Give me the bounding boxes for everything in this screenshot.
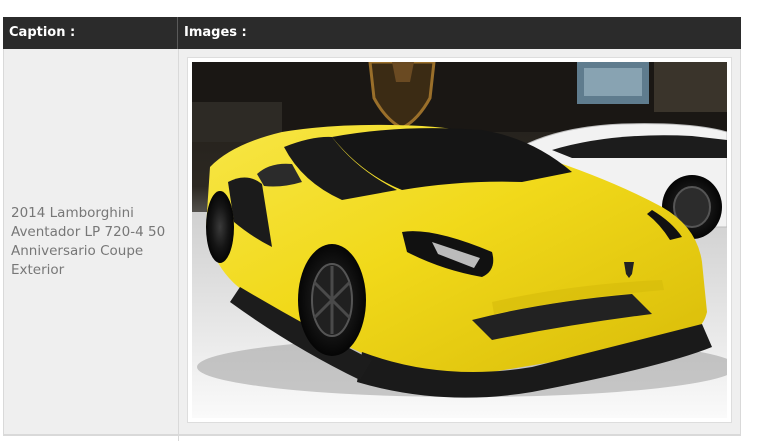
lamborghini-photo[interactable]: [192, 62, 727, 418]
table-row: 2014 Lamborghini Aventador LP 720-4 50 A…: [3, 49, 741, 435]
image-thumbnail-frame[interactable]: [187, 57, 732, 423]
column-divider: [178, 436, 179, 441]
lamborghini-photo-svg: [192, 62, 727, 418]
table-header-row: Caption : Images :: [3, 17, 741, 49]
images-column-header: Images :: [184, 25, 247, 40]
car-images-table: Caption : Images : 2014 Lamborghini Aven…: [3, 17, 741, 447]
caption-column-header: Caption :: [3, 17, 178, 49]
image-cell: [179, 49, 741, 435]
caption-cell: 2014 Lamborghini Aventador LP 720-4 50 A…: [4, 49, 179, 435]
car-caption-text: 2014 Lamborghini Aventador LP 720-4 50 A…: [11, 205, 166, 278]
next-table-row: [3, 435, 741, 441]
